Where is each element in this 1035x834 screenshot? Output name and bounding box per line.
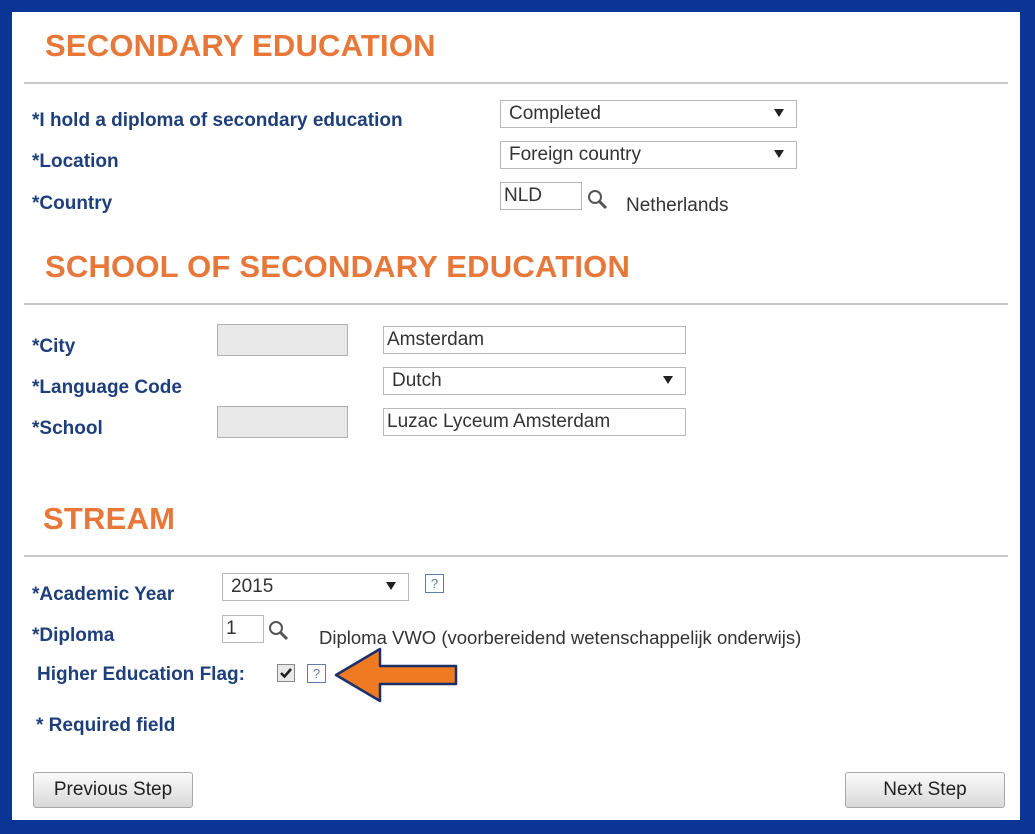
diploma-status-value: Completed — [509, 103, 601, 124]
help-glyph: ? — [430, 576, 439, 591]
school-label: *School — [32, 418, 103, 439]
divider — [24, 303, 1008, 305]
higher-education-flag-help-icon[interactable]: ? — [307, 664, 326, 683]
section-title-secondary-education: SECONDARY EDUCATION — [45, 28, 436, 63]
required-field-note: * Required field — [36, 715, 176, 736]
country-name: Netherlands — [626, 195, 729, 216]
academic-year-label: *Academic Year — [32, 584, 175, 605]
country-label: *Country — [32, 193, 113, 214]
diploma-code-input[interactable]: 1 — [222, 615, 264, 643]
country-code-value: NLD — [504, 185, 543, 206]
location-label: *Location — [32, 151, 119, 172]
location-value: Foreign country — [509, 144, 642, 165]
diploma-status-select[interactable]: Completed — [500, 100, 797, 128]
higher-education-flag-checkbox[interactable] — [277, 664, 295, 682]
next-step-button[interactable]: Next Step — [845, 772, 1005, 808]
diploma-status-label: *I hold a diploma of secondary education — [32, 110, 403, 131]
academic-year-select[interactable]: 2015 — [222, 573, 409, 601]
diploma-label: *Diploma — [32, 625, 115, 646]
language-code-value: Dutch — [392, 370, 442, 391]
search-icon[interactable] — [268, 620, 290, 642]
divider — [24, 555, 1008, 557]
previous-step-button[interactable]: Previous Step — [33, 772, 193, 808]
academic-year-help-icon[interactable]: ? — [425, 574, 444, 593]
dropdown-arrow-icon — [774, 109, 784, 117]
dropdown-arrow-icon — [663, 376, 673, 384]
section-title-stream: STREAM — [43, 501, 176, 536]
city-input[interactable]: Amsterdam — [383, 326, 686, 354]
city-label: *City — [32, 336, 76, 357]
country-code-input[interactable]: NLD — [500, 182, 582, 210]
location-select[interactable]: Foreign country — [500, 141, 797, 169]
language-code-select[interactable]: Dutch — [383, 367, 686, 395]
academic-year-value: 2015 — [231, 576, 274, 597]
school-input[interactable]: Luzac Lyceum Amsterdam — [383, 408, 686, 436]
search-icon[interactable] — [587, 189, 609, 211]
checkmark-icon — [280, 668, 292, 679]
school-code-field — [217, 406, 348, 438]
diploma-code-value: 1 — [226, 618, 237, 639]
help-glyph: ? — [312, 666, 321, 681]
school-value: Luzac Lyceum Amsterdam — [387, 411, 611, 432]
arrow-indicator-icon — [334, 647, 458, 703]
city-value: Amsterdam — [387, 329, 485, 350]
divider — [24, 82, 1008, 84]
dropdown-arrow-icon — [386, 582, 396, 590]
language-code-label: *Language Code — [32, 377, 182, 398]
city-code-field — [217, 324, 348, 356]
dropdown-arrow-icon — [774, 150, 784, 158]
section-title-school: SCHOOL OF SECONDARY EDUCATION — [45, 249, 631, 284]
form-panel: SECONDARY EDUCATION *I hold a diploma of… — [12, 12, 1020, 820]
higher-education-flag-label: Higher Education Flag: — [37, 664, 245, 685]
